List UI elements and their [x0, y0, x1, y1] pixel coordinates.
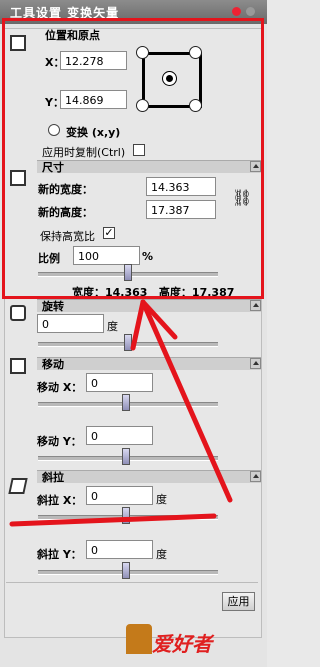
annotation-arrow-head-right	[140, 299, 178, 340]
annotation-arrows	[9, 299, 233, 527]
annotation-underline	[9, 513, 217, 527]
annotation-arrow-head-left	[130, 299, 146, 351]
annotation-arrow-line	[140, 299, 233, 503]
